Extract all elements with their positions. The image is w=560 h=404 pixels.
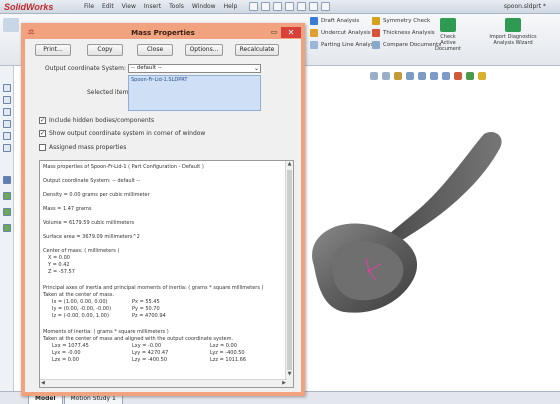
minimize-icon[interactable]: ▭	[269, 28, 279, 37]
feature-manager-strip	[0, 66, 14, 391]
undo-icon[interactable]	[297, 2, 307, 11]
section-view-icon[interactable]	[406, 72, 414, 80]
include-hidden-checkbox[interactable]: ✓ Include hidden bodies/components	[39, 117, 154, 124]
new-icon[interactable]	[249, 2, 259, 11]
compare-documents-icon	[372, 41, 380, 49]
print-button[interactable]: Print...	[35, 44, 71, 56]
close-button[interactable]: Close	[137, 44, 173, 56]
menu-view[interactable]: View	[122, 3, 136, 10]
origin-icon[interactable]	[3, 224, 11, 232]
sketch-icon[interactable]	[3, 144, 11, 152]
dialog-titlebar[interactable]: ⚖ Mass Properties ▭ ✕	[25, 27, 301, 39]
app-titlebar: SolidWorks File Edit View Insert Tools W…	[0, 0, 560, 14]
tool-draft-analysis[interactable]: Draft Analysis	[310, 17, 359, 25]
tool-parting-line-analysis[interactable]: Parting Line Analysis	[310, 41, 378, 49]
solidworks-logo[interactable]: SolidWorks	[4, 2, 74, 12]
selected-items-list[interactable]: Spoon-Fr-Lid-1.SLDPRT	[128, 75, 261, 111]
parting-line-icon	[310, 41, 318, 49]
scroll-down-icon[interactable]: ▼	[286, 371, 293, 379]
quick-access-toolbar	[249, 2, 331, 11]
plane-icon[interactable]	[3, 208, 11, 216]
menu-file[interactable]: File	[84, 3, 94, 10]
display-style-icon[interactable]	[430, 72, 438, 80]
tool-symmetry-check[interactable]: Symmetry Check	[372, 17, 430, 25]
options-button[interactable]: Options...	[185, 44, 223, 56]
display-manager-icon[interactable]	[3, 132, 11, 140]
symmetry-check-icon	[372, 17, 380, 25]
open-icon[interactable]	[261, 2, 271, 11]
scroll-left-icon[interactable]: ◀	[41, 380, 45, 386]
scroll-right-icon[interactable]: ▶	[282, 380, 286, 386]
output-coordinate-label: Output coordinate System:	[45, 65, 127, 72]
list-item[interactable]: Spoon-Fr-Lid-1.SLDPRT	[129, 76, 260, 84]
print-icon[interactable]	[285, 2, 295, 11]
menu-insert[interactable]: Insert	[144, 3, 161, 10]
tool-thickness-analysis[interactable]: Thickness Analysis	[372, 29, 435, 37]
tool-undercut-analysis[interactable]: Undercut Analysis	[310, 29, 371, 37]
rebuild-icon[interactable]	[309, 2, 319, 11]
mass-properties-dialog: ⚖ Mass Properties ▭ ✕ Print... Copy Clos…	[21, 23, 305, 396]
menu-bar: File Edit View Insert Tools Window Help	[84, 3, 237, 10]
scene-icon[interactable]	[466, 72, 474, 80]
checkbox-checked-icon: ✓	[39, 117, 46, 124]
check-active-icon	[440, 18, 456, 32]
import-diagnostics-icon	[505, 18, 521, 32]
zoom-area-icon[interactable]	[382, 72, 390, 80]
horizontal-scrollbar[interactable]: ◀ ▶	[40, 379, 287, 387]
output-coordinate-select[interactable]: -- default -- ⌄	[128, 64, 261, 73]
zoom-fit-icon[interactable]	[370, 72, 378, 80]
smart-dimension-tool[interactable]	[2, 18, 20, 34]
view-orientation-icon[interactable]	[418, 72, 426, 80]
scroll-thumb[interactable]	[287, 170, 292, 370]
dialog-title: Mass Properties	[131, 29, 195, 37]
tool-compare-documents[interactable]: Compare Documents	[372, 41, 441, 49]
document-title: spoon.sldprt *	[503, 3, 546, 10]
assigned-mass-checkbox[interactable]: Assigned mass properties	[39, 144, 126, 151]
menu-tools[interactable]: Tools	[169, 3, 184, 10]
view-settings-icon[interactable]	[478, 72, 486, 80]
heads-up-view-toolbar	[370, 72, 486, 80]
vertical-scrollbar[interactable]: ▲ ▼	[285, 161, 293, 387]
mass-properties-icon: ⚖	[28, 28, 35, 36]
menu-help[interactable]: Help	[224, 3, 238, 10]
chevron-down-icon: ⌄	[253, 65, 259, 72]
show-coordinate-checkbox[interactable]: ✓ Show output coordinate system in corne…	[39, 130, 205, 137]
hide-show-icon[interactable]	[442, 72, 450, 80]
smart-dimension-icon	[3, 18, 19, 32]
recalculate-button[interactable]: Recalculate	[235, 44, 279, 56]
close-icon[interactable]: ✕	[281, 27, 301, 38]
thickness-analysis-icon	[372, 29, 380, 37]
checkbox-checked-icon: ✓	[39, 130, 46, 137]
scroll-up-icon[interactable]: ▲	[286, 161, 293, 169]
feature-tree-icon[interactable]	[3, 84, 11, 92]
tool-import-diagnostics[interactable]: Import Diagnostics Analysis Wizard	[478, 18, 548, 46]
material-icon[interactable]	[3, 192, 11, 200]
configuration-icon[interactable]	[3, 108, 11, 116]
menu-window[interactable]: Window	[192, 3, 216, 10]
checkbox-unchecked-icon	[39, 144, 46, 151]
dim-xpert-icon[interactable]	[3, 120, 11, 128]
undercut-analysis-icon	[310, 29, 318, 37]
options-icon[interactable]	[321, 2, 331, 11]
tool-check-active-document[interactable]: Check Active Document	[434, 18, 462, 52]
draft-analysis-icon	[310, 17, 318, 25]
results-text-area[interactable]: Mass properties of Spoon-Fr-Lid-1 ( Part…	[39, 160, 294, 388]
part-icon[interactable]	[3, 176, 11, 184]
selected-items-label: Selected items:	[87, 89, 134, 96]
save-icon[interactable]	[273, 2, 283, 11]
edit-appearance-icon[interactable]	[454, 72, 462, 80]
copy-button[interactable]: Copy	[87, 44, 123, 56]
previous-view-icon[interactable]	[394, 72, 402, 80]
property-manager-icon[interactable]	[3, 96, 11, 104]
menu-edit[interactable]: Edit	[102, 3, 114, 10]
